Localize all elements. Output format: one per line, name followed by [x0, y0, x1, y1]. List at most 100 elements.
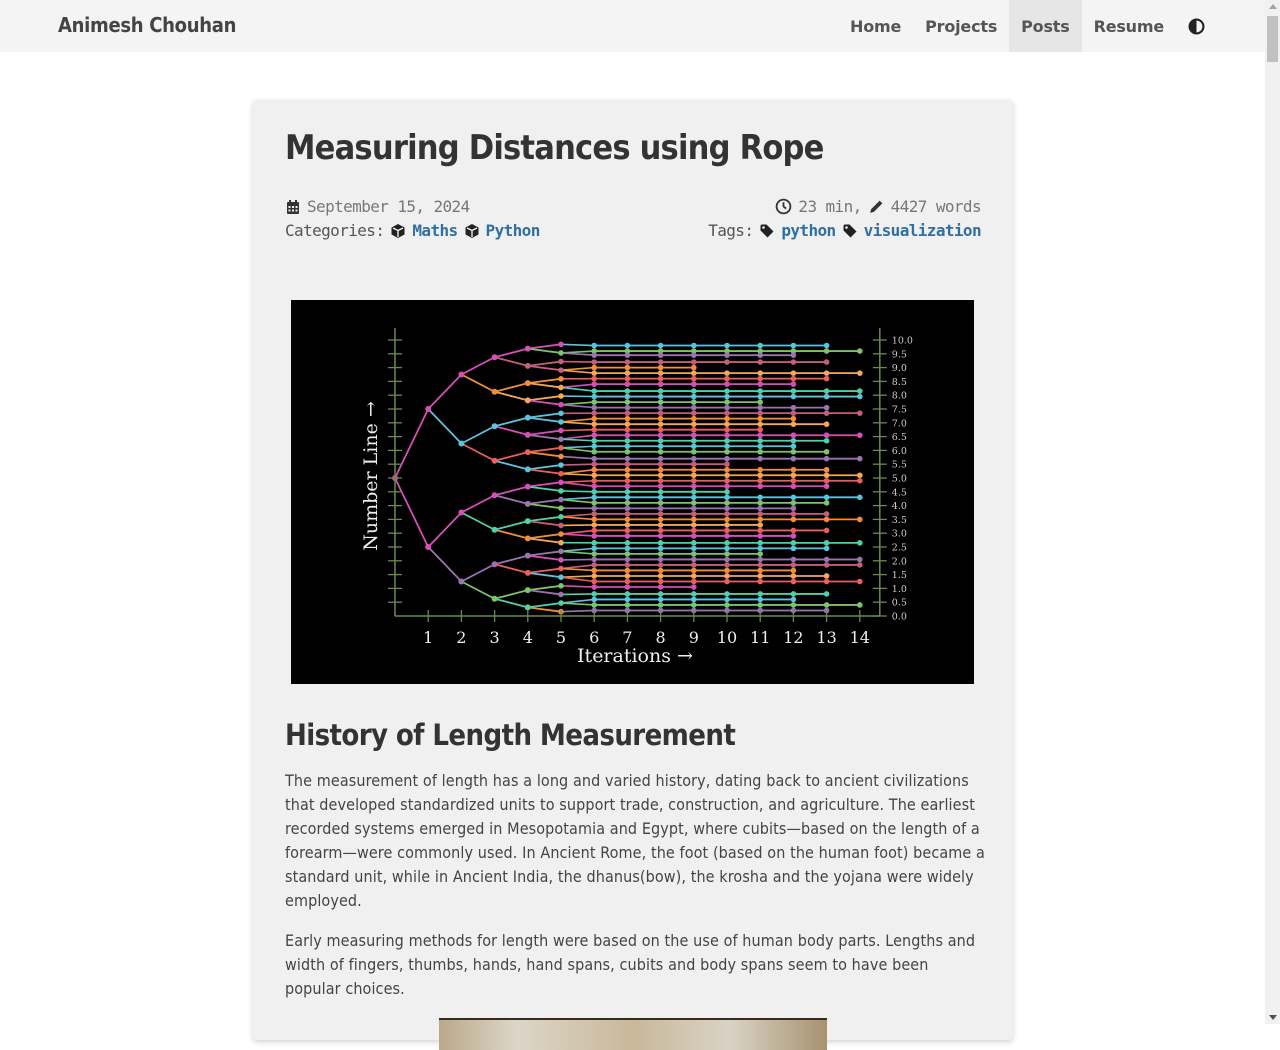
theme-toggle-button[interactable] [1176, 0, 1217, 52]
data-point [757, 352, 763, 358]
nav-menu: Home Projects Posts Resume [838, 0, 1217, 52]
category-link-python[interactable]: Python [486, 221, 540, 240]
y-tick-label: 9.0 [892, 363, 907, 374]
tree-branch [561, 419, 594, 422]
data-point [857, 410, 863, 416]
data-point [492, 389, 498, 395]
data-point [525, 570, 531, 576]
post-date: September 15, 2024 [285, 197, 470, 216]
data-point [724, 359, 730, 365]
calendar-icon [285, 199, 301, 215]
data-point [625, 343, 631, 349]
site-brand[interactable]: Animesh Chouhan [58, 13, 236, 37]
data-point [757, 343, 763, 349]
tree-branch [561, 430, 594, 431]
data-point [558, 462, 564, 468]
data-point [791, 381, 797, 387]
tree-branch [461, 426, 494, 443]
data-point [757, 421, 763, 427]
data-point [658, 399, 664, 405]
data-point [757, 438, 763, 444]
data-point [492, 354, 498, 360]
tree-branch [561, 474, 594, 476]
category-link-maths[interactable]: Maths [412, 221, 457, 240]
page-scrollbar[interactable] [1265, 0, 1280, 1024]
data-point [558, 497, 564, 503]
nav-item-posts[interactable]: Posts [1009, 0, 1081, 52]
tree-branch [561, 569, 594, 571]
data-point [658, 456, 664, 462]
data-point [558, 402, 564, 408]
data-point [625, 359, 631, 365]
scrollbar-thumb[interactable] [1267, 16, 1278, 62]
data-point [857, 348, 863, 354]
data-point [691, 540, 697, 546]
data-point [525, 346, 531, 352]
data-point [658, 381, 664, 387]
data-point [691, 506, 697, 512]
data-point [591, 573, 597, 579]
y-tick-label: 1.0 [892, 584, 907, 595]
contrast-icon [1188, 18, 1205, 35]
data-point [724, 483, 730, 489]
data-point [691, 461, 697, 467]
data-point [724, 410, 730, 416]
data-point [492, 492, 498, 498]
data-point [691, 467, 697, 473]
data-point [824, 359, 830, 365]
data-point [658, 522, 664, 528]
data-point [625, 370, 631, 376]
data-point [658, 376, 664, 382]
data-point [591, 421, 597, 427]
data-point [558, 540, 564, 546]
tag-link-visualization[interactable]: visualization [864, 221, 981, 240]
data-point [691, 511, 697, 517]
data-point [791, 506, 797, 512]
data-point [757, 517, 763, 523]
tree-branch [428, 547, 461, 582]
tree-branch [495, 556, 528, 565]
data-point [757, 376, 763, 382]
scroll-down-arrow-icon[interactable] [1269, 1015, 1277, 1020]
data-point [724, 370, 730, 376]
data-point [691, 557, 697, 563]
data-point [691, 352, 697, 358]
y-tick-label: 8.0 [892, 391, 907, 402]
tree-branch [561, 576, 594, 577]
data-point [558, 505, 564, 511]
y-tick-label: 5.0 [892, 474, 907, 485]
tree-branch [561, 599, 594, 603]
data-point [857, 478, 863, 484]
data-point [658, 584, 664, 590]
data-point [857, 394, 863, 400]
data-point [658, 557, 664, 563]
navbar: Animesh Chouhan Home Projects Posts Resu… [0, 0, 1265, 52]
tree-branch [495, 564, 528, 573]
data-point [791, 456, 797, 462]
data-point [724, 597, 730, 603]
tree-branch [528, 383, 561, 387]
scroll-up-arrow-icon[interactable] [1269, 4, 1277, 9]
data-point [591, 432, 597, 438]
tag-link-python[interactable]: python [781, 221, 835, 240]
data-point [824, 579, 830, 585]
nav-item-projects[interactable]: Projects [913, 0, 1009, 52]
tree-branch [561, 396, 594, 397]
data-point [591, 478, 597, 484]
data-point [625, 533, 631, 539]
data-point [658, 365, 664, 371]
nav-item-home[interactable]: Home [838, 0, 913, 52]
data-point [791, 478, 797, 484]
data-point [591, 472, 597, 478]
tree-branch [528, 452, 561, 456]
data-point [724, 427, 730, 433]
data-point [691, 489, 697, 495]
data-point [591, 370, 597, 376]
data-point [691, 568, 697, 574]
data-point [691, 416, 697, 422]
data-point [724, 591, 730, 597]
data-point [591, 489, 597, 495]
data-point [724, 394, 730, 400]
data-point [791, 597, 797, 603]
nav-item-resume[interactable]: Resume [1082, 0, 1176, 52]
